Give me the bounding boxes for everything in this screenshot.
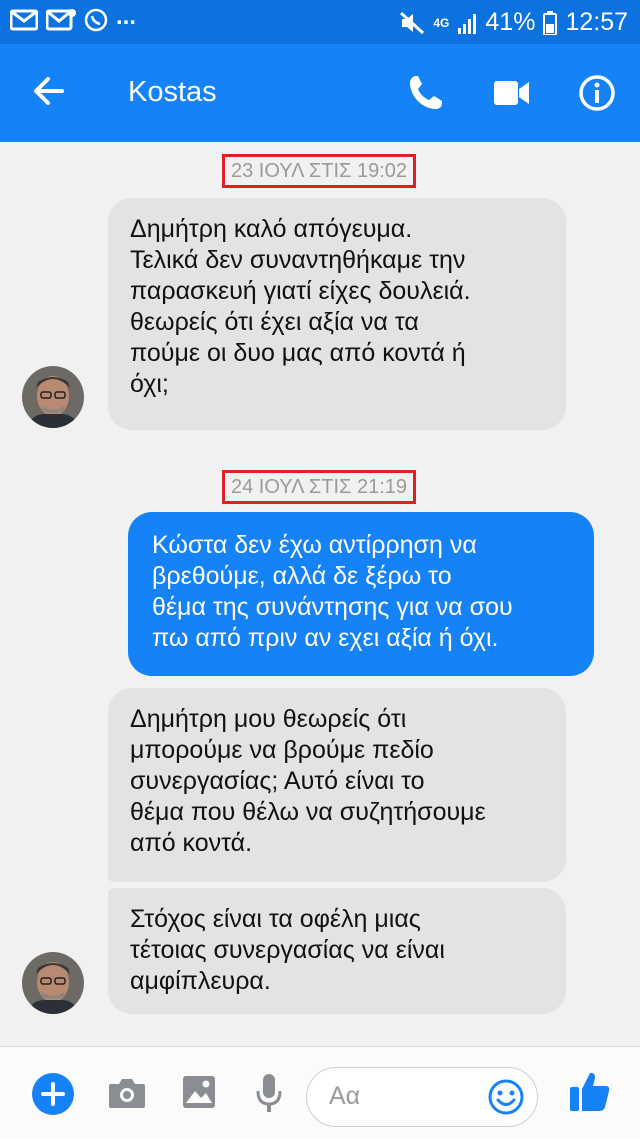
thumbs-up-icon[interactable] [568, 1069, 612, 1113]
incoming-message[interactable]: Δημήτρη μου θεωρείς ότι μπορούμε να βρού… [108, 688, 566, 882]
mute-icon [400, 11, 425, 34]
contact-name[interactable]: Kostas [128, 76, 217, 109]
incoming-message[interactable]: Στόχος είναι τα οφέλη μιας τέτοιας συνερ… [108, 888, 566, 1014]
email-icon [46, 9, 76, 31]
system-status: 4G 41% 12:57 [399, 8, 628, 37]
message-line: αμφίπλευρα. [130, 967, 271, 995]
signal-icon [458, 13, 477, 34]
whatsapp-icon [84, 8, 108, 32]
message-input-placeholder: Αα [329, 1082, 361, 1110]
outgoing-message[interactable]: Κώστα δεν έχω αντίρρηση να βρεθούμε, αλλ… [128, 512, 594, 676]
message-input[interactable]: Αα [306, 1067, 538, 1127]
message-line: Δημήτρη καλό απόγευμα. [130, 215, 413, 243]
network-type: 4G [433, 15, 450, 30]
emoji-icon[interactable] [487, 1078, 525, 1116]
email-icon [10, 9, 38, 31]
message-line: τέτοιας συνεργασίας να είναι [130, 936, 445, 964]
message-line: παρασκευή γιατί είχες δουλειά. [130, 277, 471, 305]
message-line: θέμα που θέλω να συζητήσουμε [130, 798, 486, 826]
message-line: Στόχος είναι τα οφέλη μιας [130, 905, 421, 933]
message-line: συνεργασίας; Αυτό είναι το [130, 767, 425, 795]
battery-percent: 41% [485, 8, 536, 36]
clock: 12:57 [565, 8, 628, 36]
message-line: Τελικά δεν συναντηθήκαμε την [130, 246, 466, 274]
plus-icon[interactable] [32, 1073, 74, 1115]
contact-avatar[interactable] [22, 952, 84, 1014]
message-line: πω από πριν αν εχει αξία ή όχι. [152, 624, 499, 652]
message-line: θεωρείς ότι έχει αξία να τα [130, 308, 419, 336]
back-arrow-icon[interactable] [32, 74, 66, 108]
video-camera-icon[interactable] [494, 80, 530, 106]
message-line: όχι; [130, 370, 169, 398]
message-timestamp: 23 ΙΟΥΛ ΣΤΙΣ 19:02 [222, 154, 416, 188]
status-bar: ... 4G 41% 12:57 [0, 0, 640, 44]
more-notifications: ... [116, 3, 137, 30]
conversation-header: Kostas [0, 44, 640, 142]
message-line: Κώστα δεν έχω αντίρρηση να [152, 531, 477, 559]
camera-icon[interactable] [108, 1077, 146, 1109]
avatar-photo [22, 952, 84, 1014]
message-line: βρεθούμε, αλλά δε ξέρω το [152, 562, 452, 590]
message-timestamp: 24 ΙΟΥΛ ΣΤΙΣ 21:19 [222, 470, 416, 504]
incoming-message[interactable]: Δημήτρη καλό απόγευμα. Τελικά δεν συναντ… [108, 198, 566, 430]
message-line: Δημήτρη μου θεωρείς ότι [130, 705, 407, 733]
image-icon[interactable] [182, 1075, 216, 1109]
battery-icon [543, 10, 558, 35]
avatar-photo [22, 366, 84, 428]
message-line: από κοντά. [130, 829, 253, 857]
contact-avatar[interactable] [22, 366, 84, 428]
microphone-icon[interactable] [256, 1073, 282, 1113]
info-icon[interactable] [578, 74, 616, 112]
notification-icons: ... [10, 3, 137, 32]
message-line: μπορούμε να βρούμε πεδίο [130, 736, 434, 764]
message-composer: Αα [0, 1046, 640, 1139]
phone-icon[interactable] [408, 74, 444, 112]
message-line: πούμε οι δυο μας από κοντά ή [130, 339, 466, 367]
message-line: θέμα της συνάντησης για να σου [152, 593, 513, 621]
